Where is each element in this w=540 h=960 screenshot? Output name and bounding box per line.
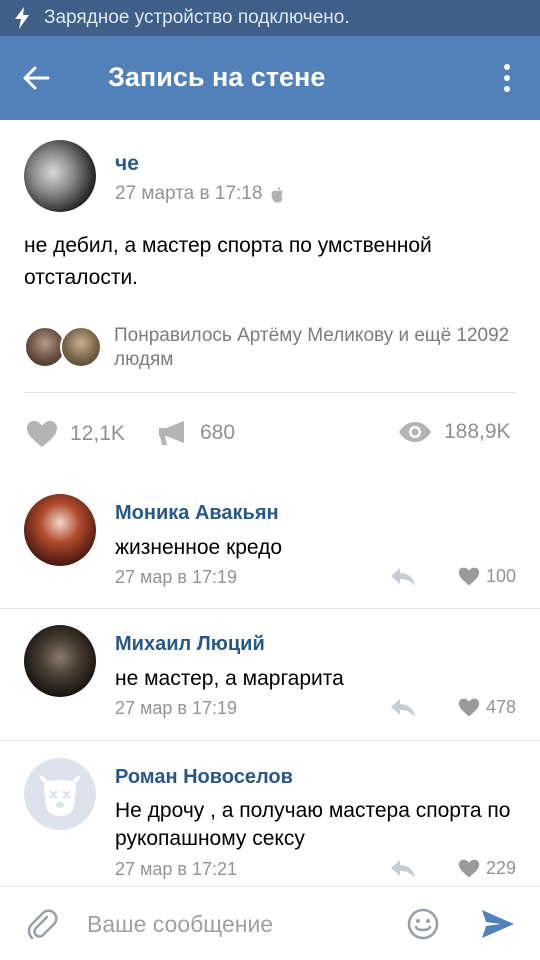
dot-icon (504, 86, 510, 92)
comment-like-button[interactable]: 229 (458, 858, 516, 879)
views-count: 188,9K (444, 420, 511, 443)
status-text: Зарядное устройство подключено. (44, 7, 350, 28)
heart-icon (458, 567, 480, 586)
comment-text: жизненное кредо (115, 536, 283, 559)
likers-text: Понравилось Артёму Меликову и ещё 12092 … (114, 325, 510, 370)
dot-icon (504, 64, 510, 70)
comment-like-button[interactable]: 100 (458, 566, 516, 587)
heart-icon (458, 859, 480, 878)
post-date: 27 марта в 17:18 (115, 183, 284, 205)
repost-count: 680 (200, 421, 236, 444)
repost-button[interactable]: 680 (158, 420, 235, 446)
commenter-avatar[interactable] (24, 625, 96, 697)
like-button[interactable]: 12,1K (26, 420, 125, 448)
post-author-name[interactable]: че (115, 152, 139, 176)
commenter-name[interactable]: Михаил Люций (115, 633, 265, 656)
comment-date: 27 мар в 17:19 (115, 698, 238, 718)
commenter-name[interactable]: Моника Авакьян (115, 502, 279, 525)
arrow-left-icon (23, 66, 50, 90)
deactivated-dog-icon (40, 776, 80, 816)
comment-text: Не дрочу , а получаю мастера спорта по р… (115, 799, 511, 850)
reply-icon[interactable] (390, 859, 416, 879)
dot-icon (504, 75, 510, 81)
post-author-avatar[interactable] (24, 140, 96, 212)
page-title: Запись на стене (108, 62, 326, 92)
heart-icon (458, 698, 480, 717)
reply-icon[interactable] (390, 567, 416, 587)
heart-icon (27, 421, 57, 447)
post-text: не дебил, а мастер спорта по умственной … (24, 234, 432, 289)
divider (0, 608, 540, 609)
comment-like-count: 229 (485, 858, 516, 878)
megaphone-icon (159, 421, 184, 445)
comment-like-count: 100 (485, 566, 516, 586)
commenter-avatar[interactable] (24, 494, 96, 566)
views-counter: 188,9K (398, 420, 511, 444)
paperclip-icon[interactable] (26, 909, 58, 941)
comment-text: не мастер, а маргарита (115, 667, 344, 690)
eye-icon (399, 422, 431, 442)
comment-like-button[interactable]: 478 (458, 697, 516, 718)
reply-icon[interactable] (390, 698, 416, 718)
comment-like-count: 478 (485, 697, 516, 717)
charging-bolt-icon (15, 7, 29, 29)
liker-avatar (60, 326, 102, 368)
send-icon[interactable] (481, 909, 515, 939)
commenter-avatar[interactable] (24, 758, 96, 830)
back-button[interactable] (18, 60, 54, 96)
message-input[interactable]: Ваше сообщение (87, 911, 273, 938)
comment-date: 27 мар в 17:19 (115, 567, 238, 587)
comment-date: 27 мар в 17:21 (115, 859, 238, 879)
apple-icon (271, 186, 284, 203)
status-bar: Зарядное устройство подключено. (0, 0, 540, 36)
divider (24, 392, 516, 393)
likers-summary[interactable]: Понравилось Артёму Меликову и ещё 12092 … (24, 324, 516, 380)
app-bar: Запись на стене (0, 36, 540, 120)
divider (0, 740, 540, 741)
smile-icon[interactable] (407, 908, 439, 940)
more-options-button[interactable] (492, 60, 522, 96)
post-stats: 12,1K 680 188,9K (0, 410, 540, 460)
commenter-name[interactable]: Роман Новоселов (115, 766, 293, 789)
message-composer: Ваше сообщение (0, 886, 540, 960)
post-date-text: 27 марта в 17:18 (115, 183, 263, 204)
like-count: 12,1K (70, 422, 125, 445)
